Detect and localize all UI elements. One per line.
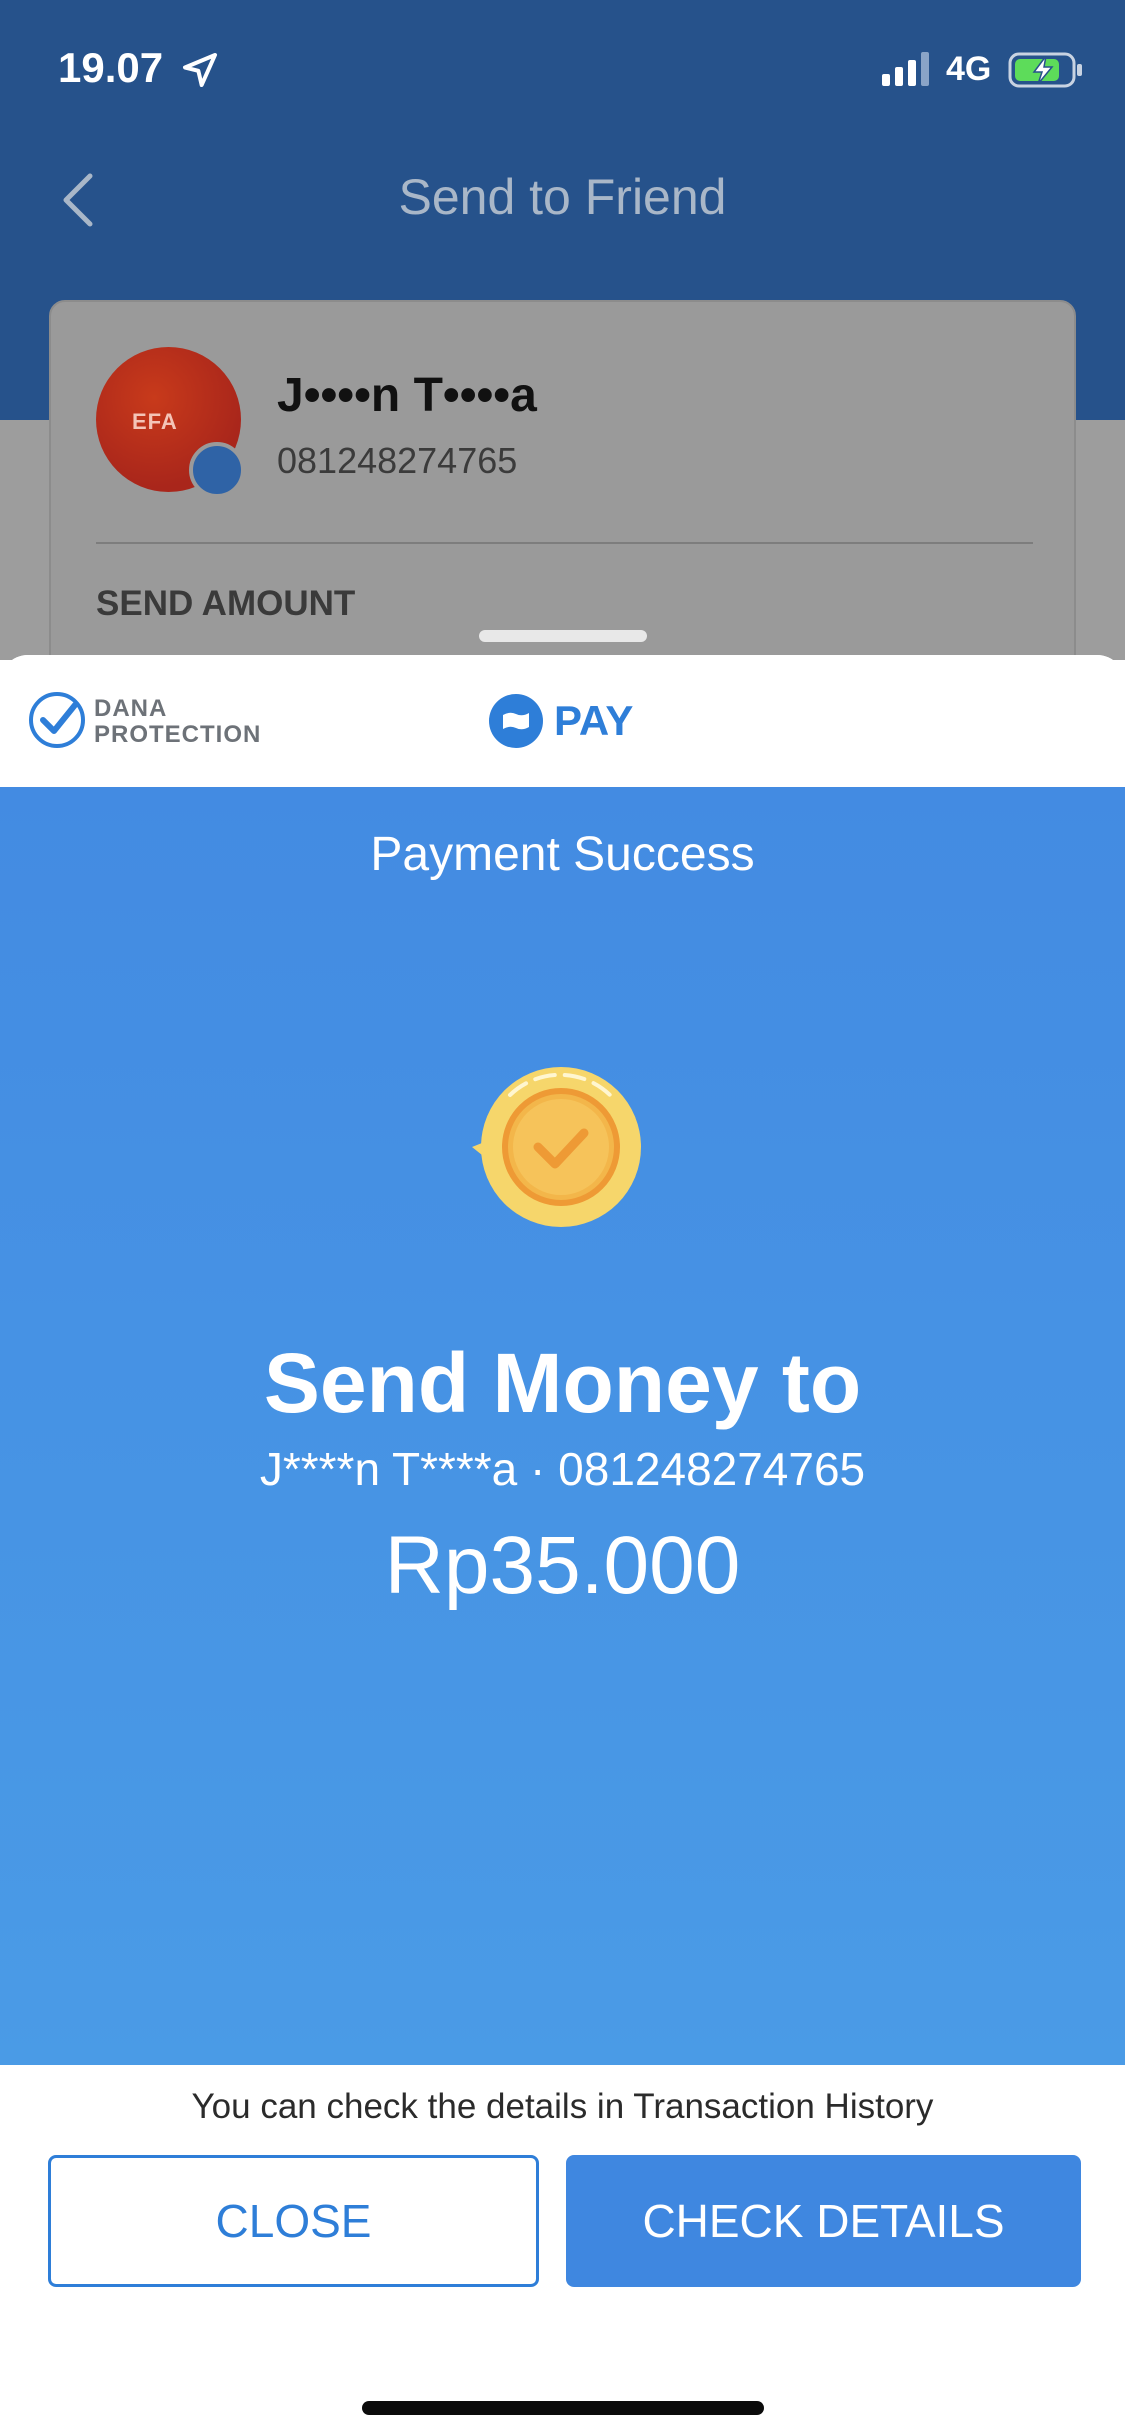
recipient-summary: J****n T****a · 081248274765: [259, 1443, 866, 1495]
network-type: 4G: [946, 50, 992, 88]
amount-value: Rp35.000: [384, 1520, 741, 1611]
send-money-heading: Send Money to: [263, 1336, 862, 1430]
avatar-text: EFA: [132, 409, 178, 434]
status-time: 19.07: [58, 44, 164, 91]
success-panel: Payment Success Send Money to J****n T**…: [0, 787, 1125, 2065]
pay-label: PAY: [554, 697, 634, 744]
signal-icon: [882, 52, 929, 86]
recipient-name: J••••n T••••a: [277, 369, 537, 422]
divider: [96, 542, 1033, 544]
payment-result-sheet: DANA PROTECTION PAY Payment Success Send…: [0, 655, 1125, 2436]
dana-badge-icon: [189, 442, 245, 498]
send-amount-label: SEND AMOUNT: [96, 584, 356, 623]
dana-shield-icon: [29, 692, 85, 748]
page-title: Send to Friend: [398, 169, 727, 225]
success-coin-icon: [472, 1067, 641, 1227]
history-info-text: You can check the details in Transaction…: [191, 2087, 934, 2126]
sheet-header: DANA PROTECTION PAY: [0, 655, 1125, 787]
location-arrow-icon: [183, 53, 217, 87]
battery-charging-icon: [1008, 52, 1082, 88]
status-bar: 19.07 4G: [0, 0, 1125, 140]
success-title: Payment Success: [370, 828, 755, 881]
check-details-button[interactable]: CHECK DETAILS: [566, 2155, 1081, 2287]
recipient-phone: 081248274765: [277, 440, 518, 481]
protection-label-line1: DANA: [94, 695, 168, 722]
close-button[interactable]: CLOSE: [48, 2155, 539, 2287]
sheet-drag-handle[interactable]: [479, 630, 647, 642]
home-indicator: [362, 2401, 764, 2415]
protection-label-line2: PROTECTION: [94, 721, 262, 748]
pay-logo-icon: [489, 694, 543, 748]
